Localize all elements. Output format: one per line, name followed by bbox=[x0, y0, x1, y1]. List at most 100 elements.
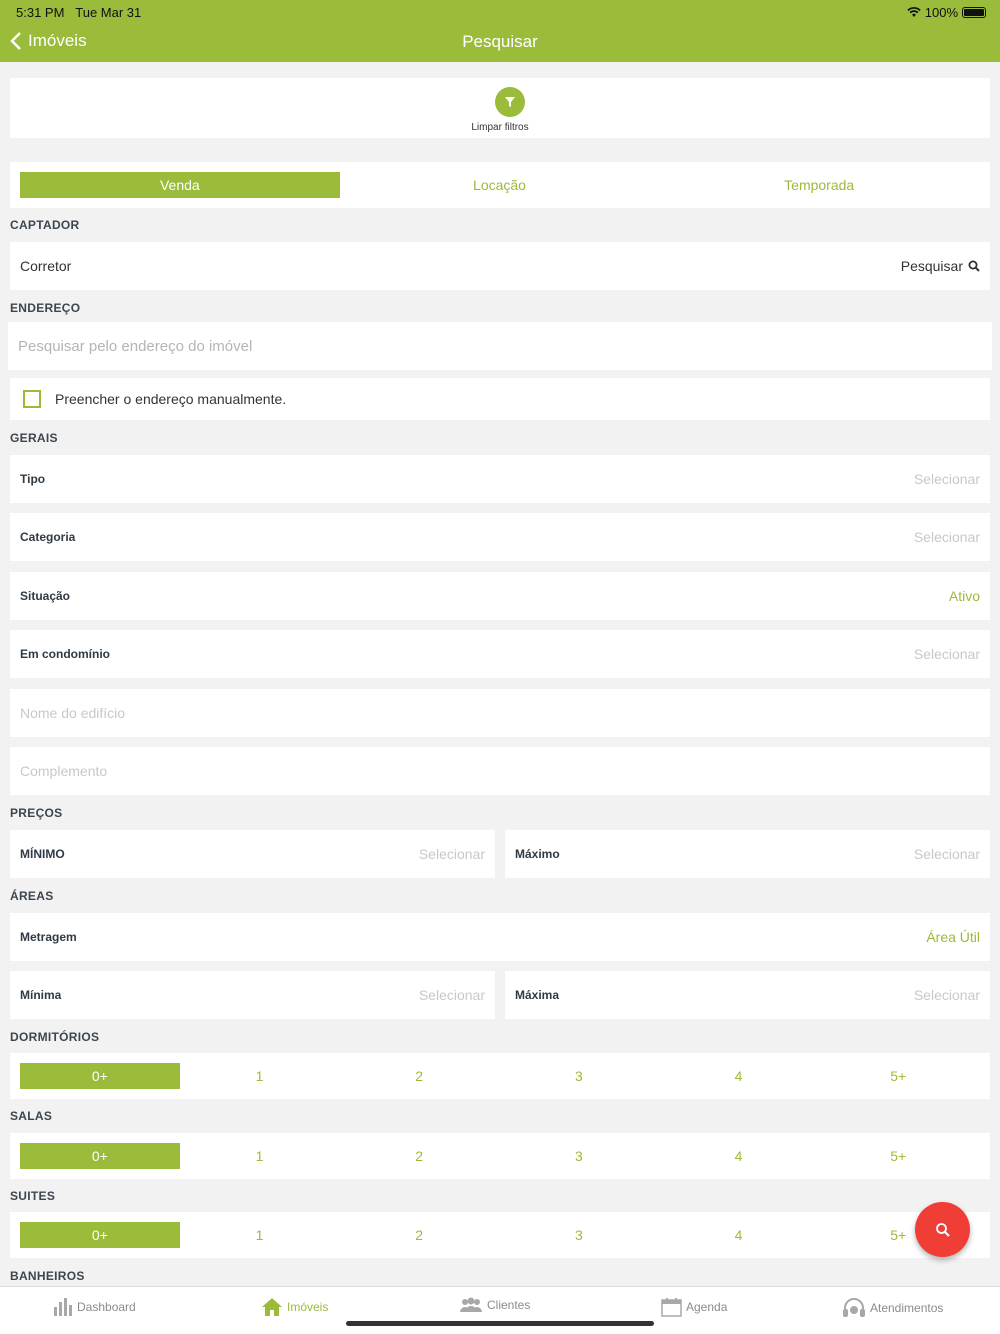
section-suites: SUITES bbox=[10, 1189, 56, 1203]
suites-option[interactable]: 4 bbox=[659, 1222, 819, 1248]
edificio-input[interactable]: Nome do edifício bbox=[10, 689, 990, 737]
status-time: 5:31 PM Tue Mar 31 bbox=[16, 5, 142, 20]
transaction-card: Venda Locação Temporada bbox=[10, 162, 990, 208]
dormitorios-option[interactable]: 2 bbox=[339, 1063, 499, 1089]
dormitorios-option[interactable]: 5+ bbox=[818, 1063, 978, 1089]
dormitorios-selector: 0+ 1 2 3 4 5+ bbox=[20, 1063, 978, 1089]
metragem-label: Metragem bbox=[20, 930, 77, 944]
situacao-value: Ativo bbox=[948, 588, 980, 604]
section-precos: PREÇOS bbox=[10, 806, 63, 820]
area-maxima-label: Máxima bbox=[515, 988, 560, 1002]
tab-clientes[interactable]: Clientes bbox=[459, 1297, 530, 1313]
clear-filters-label: Limpar filtros bbox=[471, 122, 529, 133]
tab-agenda[interactable]: Agenda bbox=[661, 1297, 727, 1317]
search-icon bbox=[935, 1222, 950, 1237]
tab-atendimentos-label: Atendimentos bbox=[870, 1301, 944, 1315]
tipo-row[interactable]: Tipo Selecionar bbox=[10, 455, 990, 503]
area-maxima-row[interactable]: Máxima Selecionar bbox=[505, 971, 990, 1019]
address-placeholder: Pesquisar pelo endereço do imóvel bbox=[18, 337, 253, 355]
salas-option[interactable]: 5+ bbox=[818, 1143, 978, 1169]
condominio-value: Selecionar bbox=[913, 646, 980, 662]
salas-option[interactable]: 0+ bbox=[20, 1143, 180, 1169]
preco-minimo-row[interactable]: MÍNIMO Selecionar bbox=[10, 830, 495, 878]
section-captador: CAPTADOR bbox=[10, 218, 80, 232]
tipo-label: Tipo bbox=[20, 472, 46, 486]
suites-option[interactable]: 2 bbox=[339, 1222, 499, 1248]
salas-option[interactable]: 1 bbox=[180, 1143, 340, 1169]
salas-option[interactable]: 3 bbox=[499, 1143, 659, 1169]
tab-atendimentos[interactable]: Atendimentos bbox=[842, 1297, 943, 1319]
tab-venda[interactable]: Venda bbox=[20, 172, 340, 198]
salas-option[interactable]: 2 bbox=[339, 1143, 499, 1169]
categoria-label: Categoria bbox=[20, 530, 76, 544]
salas-option[interactable]: 4 bbox=[659, 1143, 819, 1169]
search-fab-button[interactable] bbox=[915, 1202, 970, 1257]
header: 5:31 PM Tue Mar 31 100% Imóveis Pesquisa… bbox=[0, 0, 1000, 62]
section-banheiros: BANHEIROS bbox=[10, 1269, 85, 1283]
manual-address-row[interactable]: Preencher o endereço manualmente. bbox=[10, 378, 990, 420]
area-minima-row[interactable]: Mínima Selecionar bbox=[10, 971, 495, 1019]
manual-address-label: Preencher o endereço manualmente. bbox=[55, 391, 287, 407]
calendar-icon bbox=[661, 1298, 682, 1317]
battery-icon bbox=[962, 7, 986, 18]
battery-percent: 100% bbox=[924, 5, 958, 20]
dormitorios-option[interactable]: 1 bbox=[180, 1063, 340, 1089]
area-maxima-value: Selecionar bbox=[913, 987, 980, 1003]
preco-maximo-value: Selecionar bbox=[913, 846, 980, 862]
clear-filters-button[interactable] bbox=[495, 87, 525, 117]
bar-chart-icon bbox=[54, 1298, 72, 1316]
corretor-search-label: Pesquisar bbox=[900, 258, 963, 274]
manual-address-checkbox[interactable] bbox=[23, 390, 41, 408]
transaction-tabs: Venda Locação Temporada bbox=[20, 172, 979, 198]
tipo-value: Selecionar bbox=[913, 471, 980, 487]
tab-temporada[interactable]: Temporada bbox=[659, 172, 979, 198]
home-icon bbox=[262, 1298, 282, 1316]
area-minima-label: Mínima bbox=[20, 988, 62, 1002]
tab-dashboard[interactable]: Dashboard bbox=[53, 1297, 136, 1317]
suites-selector: 0+ 1 2 3 4 5+ bbox=[20, 1222, 978, 1248]
address-search-input[interactable]: Pesquisar pelo endereço do imóvel bbox=[8, 322, 992, 370]
status-right: 100% bbox=[907, 5, 986, 20]
suites-option[interactable]: 1 bbox=[180, 1222, 340, 1248]
users-icon bbox=[460, 1297, 482, 1312]
corretor-row[interactable]: Corretor Pesquisar bbox=[10, 242, 990, 290]
wifi-icon bbox=[907, 7, 921, 17]
metragem-value: Área Útil bbox=[926, 929, 980, 945]
salas-card: 0+ 1 2 3 4 5+ bbox=[10, 1133, 990, 1179]
categoria-row[interactable]: Categoria Selecionar bbox=[10, 513, 990, 561]
condominio-row[interactable]: Em condomínio Selecionar bbox=[10, 630, 990, 678]
section-salas: SALAS bbox=[10, 1109, 53, 1123]
preco-maximo-row[interactable]: Máximo Selecionar bbox=[505, 830, 990, 878]
categoria-value: Selecionar bbox=[913, 529, 980, 545]
tab-clientes-label: Clientes bbox=[487, 1298, 531, 1312]
salas-selector: 0+ 1 2 3 4 5+ bbox=[20, 1143, 978, 1169]
suites-option[interactable]: 0+ bbox=[20, 1222, 180, 1248]
tab-imoveis[interactable]: Imóveis bbox=[261, 1297, 328, 1317]
situacao-row[interactable]: Situação Ativo bbox=[10, 572, 990, 620]
home-indicator bbox=[346, 1321, 654, 1326]
complemento-input[interactable]: Complemento bbox=[10, 747, 990, 795]
dormitorios-card: 0+ 1 2 3 4 5+ bbox=[10, 1053, 990, 1099]
condominio-label: Em condomínio bbox=[20, 647, 110, 661]
area-minima-value: Selecionar bbox=[418, 987, 485, 1003]
edificio-placeholder: Nome do edifício bbox=[20, 705, 126, 721]
preco-minimo-label: MÍNIMO bbox=[20, 847, 65, 861]
tab-locacao[interactable]: Locação bbox=[340, 172, 660, 198]
tab-bar: Dashboard Imóveis Clientes Agenda Atendi… bbox=[0, 1286, 1000, 1334]
complemento-placeholder: Complemento bbox=[20, 763, 108, 779]
section-areas: ÁREAS bbox=[10, 889, 54, 903]
dormitorios-option[interactable]: 3 bbox=[499, 1063, 659, 1089]
metragem-row[interactable]: Metragem Área Útil bbox=[10, 913, 990, 961]
preco-minimo-value: Selecionar bbox=[418, 846, 485, 862]
corretor-search-button[interactable]: Pesquisar bbox=[901, 258, 980, 274]
section-endereco: ENDEREÇO bbox=[10, 301, 81, 315]
suites-option[interactable]: 3 bbox=[499, 1222, 659, 1248]
search-icon bbox=[968, 260, 980, 272]
situacao-label: Situação bbox=[20, 589, 71, 603]
tab-imoveis-label: Imóveis bbox=[287, 1300, 329, 1314]
dormitorios-option[interactable]: 0+ bbox=[20, 1063, 180, 1089]
suites-card: 0+ 1 2 3 4 5+ bbox=[10, 1212, 990, 1258]
section-gerais: GERAIS bbox=[10, 431, 58, 445]
corretor-label: Corretor bbox=[20, 258, 72, 274]
dormitorios-option[interactable]: 4 bbox=[659, 1063, 819, 1089]
